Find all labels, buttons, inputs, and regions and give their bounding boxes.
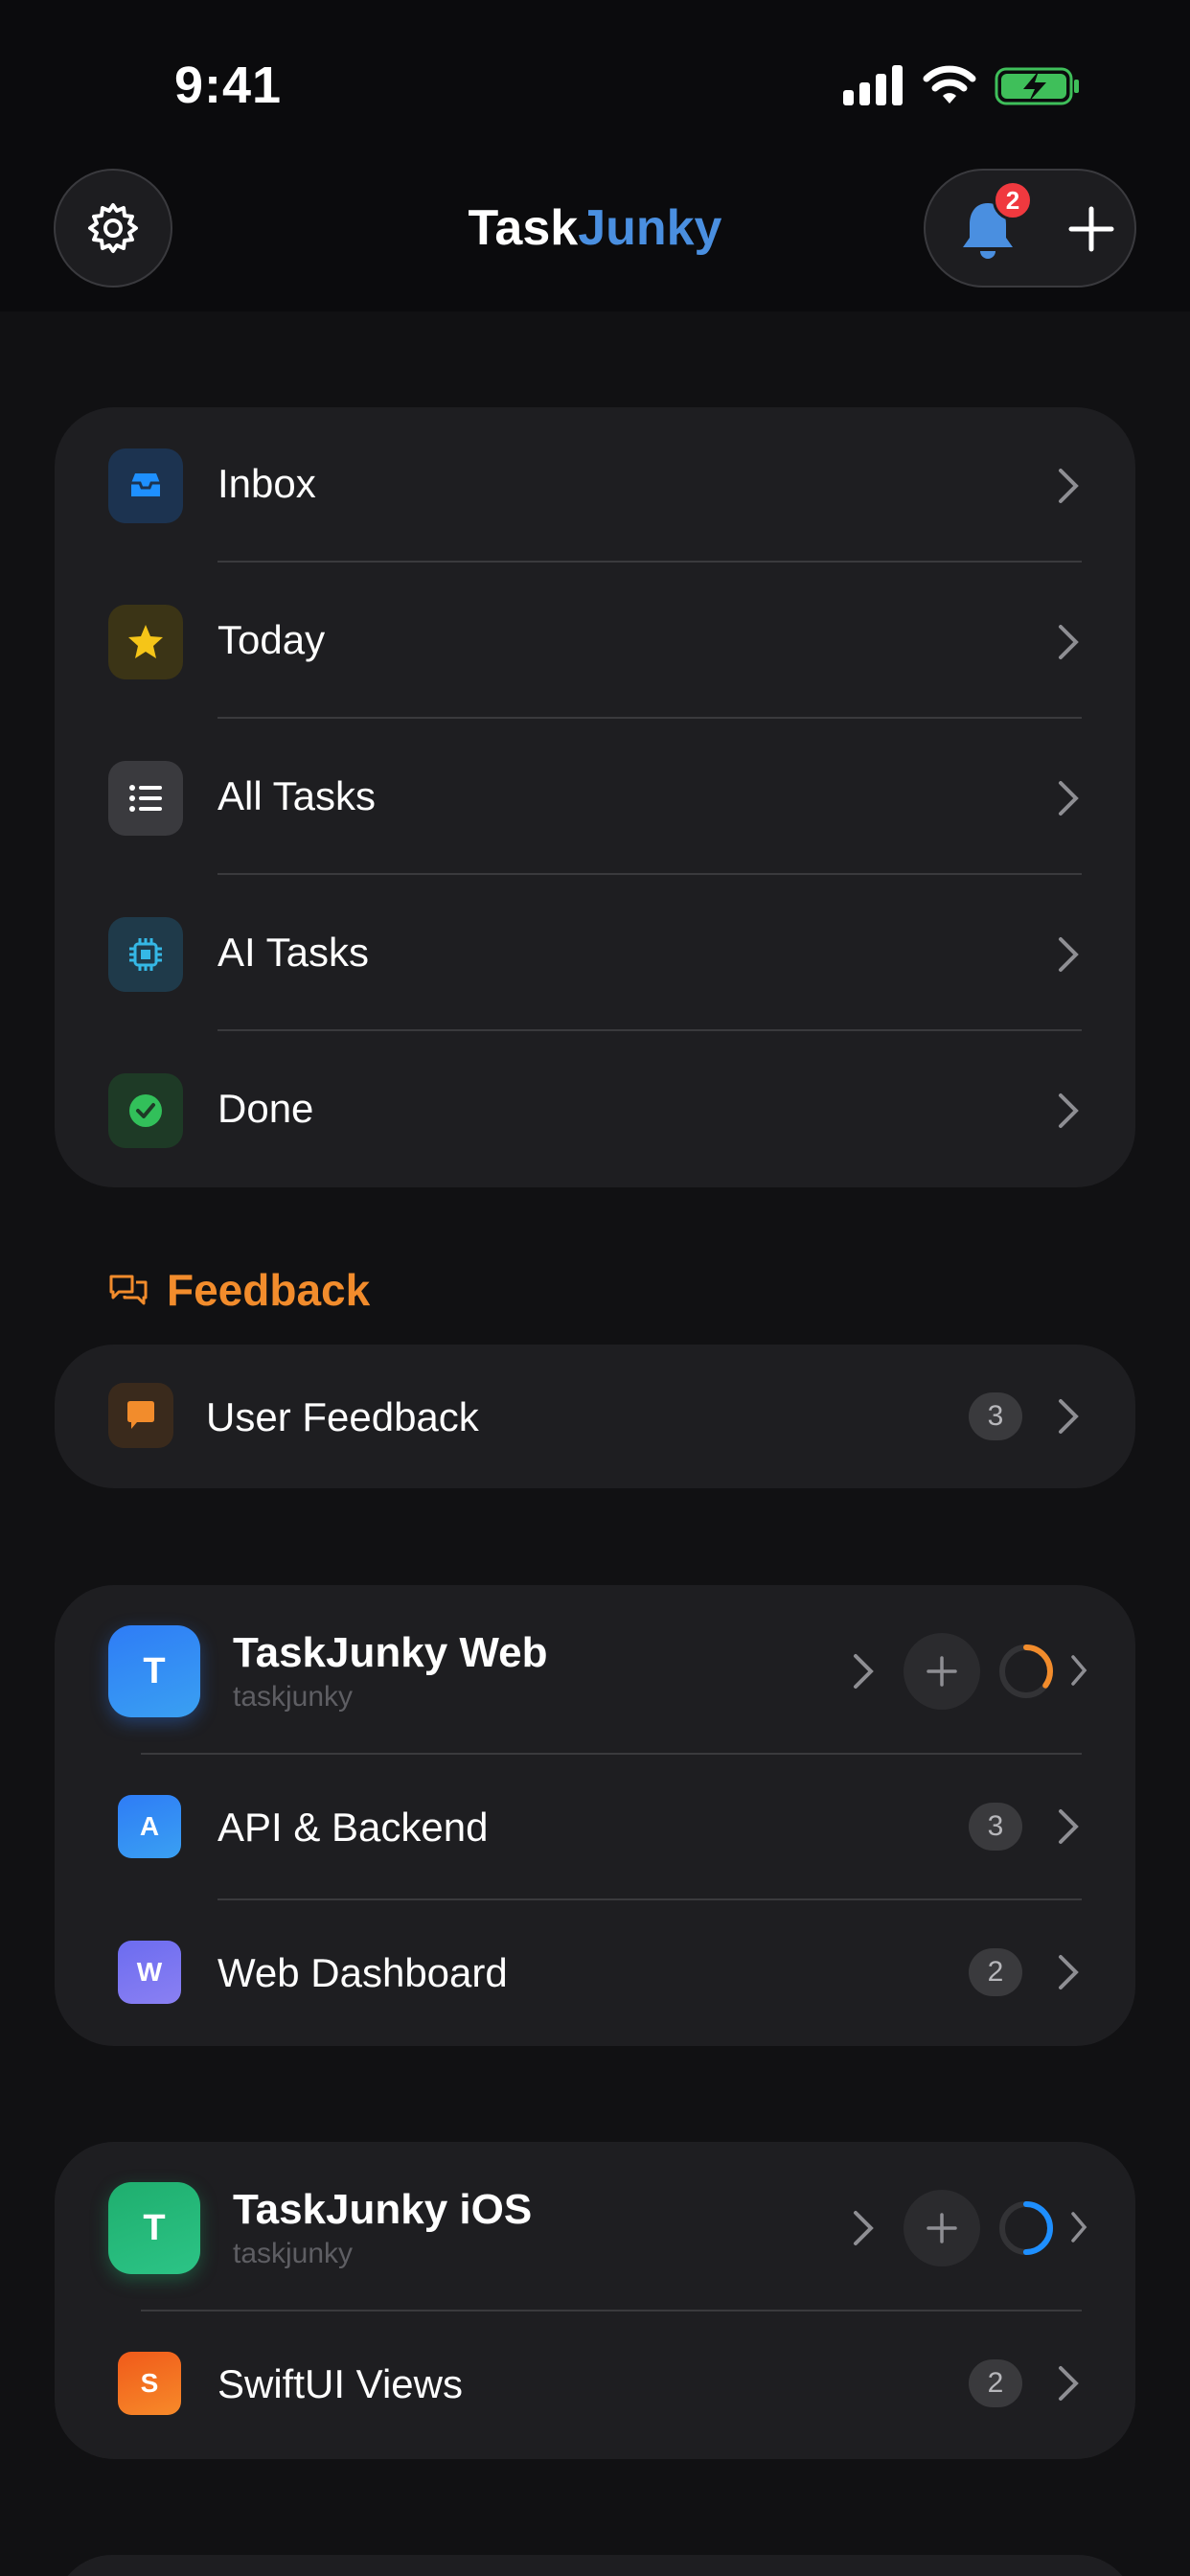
list-item-done[interactable]: Done bbox=[55, 1032, 1135, 1187]
chevron-right-icon[interactable] bbox=[1070, 2211, 1087, 2243]
message-icon bbox=[108, 1383, 173, 1448]
list-item-label: AI Tasks bbox=[217, 930, 369, 975]
list-item-label: User Feedback bbox=[206, 1394, 479, 1439]
cellular-signal-icon bbox=[843, 65, 903, 105]
list-item-ai-tasks[interactable]: AI Tasks bbox=[55, 876, 1135, 1032]
list-item-today[interactable]: Today bbox=[55, 564, 1135, 720]
battery-charging-icon bbox=[995, 67, 1079, 105]
add-button[interactable] bbox=[1067, 205, 1115, 253]
notification-badge: 2 bbox=[993, 180, 1033, 220]
app-screen: 9:41 TaskJunky 2 Inbox Today All Tasks A… bbox=[0, 0, 1190, 2576]
top-header: 9:41 TaskJunky 2 bbox=[0, 0, 1190, 311]
list-item-label: Inbox bbox=[217, 461, 316, 506]
chevron-right-icon bbox=[1059, 1955, 1079, 1990]
list-icon bbox=[108, 761, 183, 836]
app-title-part-2: Junky bbox=[578, 200, 722, 256]
notifications-button[interactable]: 2 bbox=[926, 171, 1041, 289]
add-list-button[interactable] bbox=[904, 1633, 980, 1710]
progress-ring bbox=[999, 1644, 1053, 1698]
count-badge: 3 bbox=[969, 1392, 1022, 1440]
list-item-all-tasks[interactable]: All Tasks bbox=[55, 720, 1135, 876]
chevron-right-icon[interactable] bbox=[1070, 1654, 1087, 1687]
chevron-right-icon[interactable] bbox=[852, 2209, 875, 2247]
project-avatar: T bbox=[108, 1625, 200, 1717]
project-header[interactable]: T TaskJunky Web taskjunky bbox=[55, 1585, 1135, 1753]
header-actions-pill: 2 bbox=[924, 169, 1136, 288]
list-item-label: Done bbox=[217, 1086, 314, 1131]
list-item-label: API & Backend bbox=[217, 1805, 489, 1850]
count-badge: 2 bbox=[969, 2359, 1022, 2407]
star-icon bbox=[108, 605, 183, 679]
project-header[interactable]: T TaskJunky iOS taskjunky bbox=[55, 2142, 1135, 2310]
divider bbox=[217, 873, 1082, 875]
chevron-right-icon bbox=[1059, 469, 1079, 503]
cpu-icon bbox=[108, 917, 183, 992]
project-name: TaskJunky iOS bbox=[233, 2186, 533, 2233]
add-list-button[interactable] bbox=[904, 2190, 980, 2266]
chevron-right-icon[interactable] bbox=[852, 1652, 875, 1690]
navigation-bar: TaskJunky 2 bbox=[0, 165, 1190, 289]
list-item-user-feedback[interactable]: User Feedback 3 bbox=[55, 1345, 1135, 1488]
project-subtitle: taskjunky bbox=[233, 2238, 354, 2269]
chat-bubbles-icon bbox=[109, 1275, 148, 1305]
project-card-next bbox=[55, 2555, 1135, 2576]
plus-icon bbox=[927, 1656, 957, 1687]
chevron-right-icon bbox=[1059, 2366, 1079, 2401]
section-title: Feedback bbox=[167, 1265, 371, 1315]
status-time: 9:41 bbox=[174, 57, 283, 114]
list-avatar: A bbox=[118, 1795, 181, 1858]
project-card-web: T TaskJunky Web taskjunky A API & Backen… bbox=[55, 1585, 1135, 2046]
chevron-right-icon bbox=[1059, 1093, 1079, 1128]
list-avatar: S bbox=[118, 2352, 181, 2415]
divider bbox=[217, 717, 1082, 719]
tray-icon bbox=[108, 448, 183, 523]
project-list-item[interactable]: W Web Dashboard 2 bbox=[55, 1900, 1135, 2046]
chevron-right-icon bbox=[1059, 1399, 1079, 1434]
status-bar: 9:41 bbox=[0, 0, 1190, 153]
smart-lists-card: Inbox Today All Tasks AI Tasks Done bbox=[55, 407, 1135, 1187]
chevron-right-icon bbox=[1059, 1809, 1079, 1844]
wifi-icon bbox=[923, 65, 976, 104]
divider bbox=[217, 1029, 1082, 1031]
list-item-label: All Tasks bbox=[217, 773, 376, 818]
project-subtitle: taskjunky bbox=[233, 1681, 354, 1713]
chevron-right-icon bbox=[1059, 781, 1079, 816]
list-avatar: W bbox=[118, 1941, 181, 2004]
checkmark-circle-icon bbox=[108, 1073, 183, 1148]
divider bbox=[217, 561, 1082, 563]
feedback-card: User Feedback 3 bbox=[55, 1345, 1135, 1488]
list-item-label: Web Dashboard bbox=[217, 1950, 508, 1995]
count-badge: 3 bbox=[969, 1803, 1022, 1851]
chevron-right-icon bbox=[1059, 625, 1079, 659]
count-badge: 2 bbox=[969, 1948, 1022, 1996]
plus-icon bbox=[927, 2213, 957, 2243]
project-name: TaskJunky Web bbox=[233, 1629, 548, 1676]
list-item-label: SwiftUI Views bbox=[217, 2361, 463, 2406]
project-card-ios: T TaskJunky iOS taskjunky S SwiftUI View… bbox=[55, 2142, 1135, 2459]
chevron-right-icon bbox=[1059, 937, 1079, 972]
feedback-section-header: Feedback bbox=[107, 1261, 370, 1319]
project-list-item[interactable]: A API & Backend 3 bbox=[55, 1755, 1135, 1898]
project-avatar: T bbox=[108, 2182, 200, 2274]
progress-ring bbox=[999, 2201, 1053, 2255]
app-title-part-1: Task bbox=[468, 200, 579, 256]
list-item-label: Today bbox=[217, 617, 326, 662]
project-list-item[interactable]: S SwiftUI Views 2 bbox=[55, 2312, 1135, 2459]
list-item-inbox[interactable]: Inbox bbox=[55, 407, 1135, 564]
